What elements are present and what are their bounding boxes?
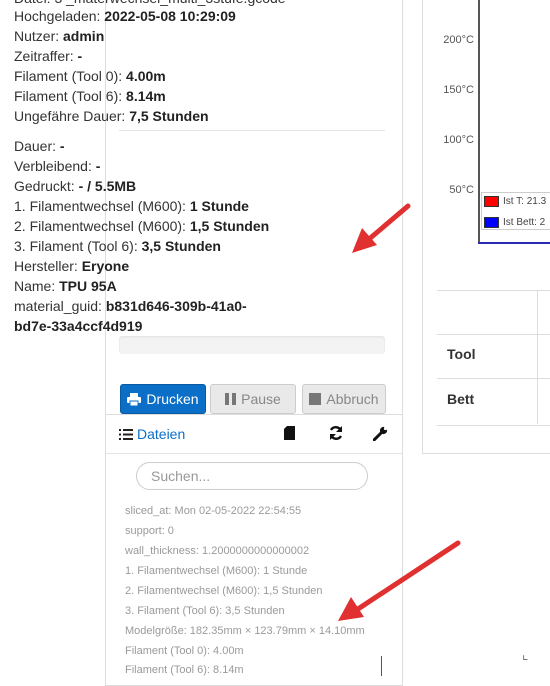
estimated-duration-line: Ungefähre Dauer: 7,5 Stunden [14, 108, 209, 124]
pause-button-label: Pause [241, 391, 281, 407]
remaining-line: Verbleibend: - [14, 158, 101, 174]
meta-line: wall_thickness: 1.2000000000000002 [125, 545, 310, 557]
y-tick-label: 100°C [443, 134, 474, 146]
uploaded-line: Hochgeladen: 2022-05-08 10:29:09 [14, 8, 236, 24]
meta-line: support: 0 [125, 525, 174, 537]
meta-line: Modelgröße: 182.35mm × 123.79mm × 14.10m… [125, 625, 365, 637]
list-icon [119, 428, 133, 440]
material-name-line: Name: TPU 95A [14, 278, 117, 294]
file-search-input[interactable] [136, 462, 368, 490]
manufacturer-line: Hersteller: Eryone [14, 258, 130, 274]
mouse-cursor-icon: ⌞ [522, 646, 529, 662]
meta-line: sliced_at: Mon 02-05-2022 22:54:55 [125, 505, 302, 517]
legend-tool-swatch [484, 196, 499, 207]
cancel-button[interactable]: Abbruch [302, 384, 386, 414]
y-tick-label: 50°C [449, 184, 474, 196]
duration-line: Dauer: - [14, 138, 65, 154]
meta-line: 3. Filament (Tool 6): 3,5 Stunden [125, 605, 285, 617]
legend-tool-label: Ist T: 21.3 [503, 196, 547, 207]
pause-icon [225, 393, 237, 405]
legend-bed-swatch [484, 217, 499, 228]
filament-change-2-line: 2. Filamentwechsel (M600): 1,5 Stunden [14, 218, 270, 234]
legend-tool: Ist T: 21.3 [484, 196, 546, 207]
meta-line: 1. Filamentwechsel (M600): 1 Stunde [125, 565, 308, 577]
user-line: Nutzer: admin [14, 28, 105, 44]
meta-line: Filament (Tool 0): 4.00m [125, 645, 244, 657]
y-tick-label: 200°C [443, 34, 474, 46]
tool-row-label: Tool [447, 346, 476, 362]
wrench-icon[interactable] [373, 426, 388, 441]
filament-change-1-line: 1. Filamentwechsel (M600): 1 Stunde [14, 198, 249, 214]
bed-temperature-line [478, 242, 550, 244]
chart-y-axis [478, 0, 480, 242]
meta-line: Filament (Tool 6): 8.14m [125, 664, 244, 676]
refresh-icon[interactable] [328, 425, 344, 441]
printed-line: Gedruckt: - / 5.5MB [14, 178, 137, 194]
legend-bed-label: Ist Bett: 2 [503, 217, 546, 228]
filament-tool0-line: Filament (Tool 0): 4.00m [14, 68, 166, 84]
filament-tool6-line: Filament (Tool 6): 8.14m [14, 88, 166, 104]
files-title-label: Dateien [137, 426, 186, 442]
printer-icon [127, 392, 142, 406]
material-guid-line-cont: bd7e-33a4ccf4d919 [14, 318, 143, 334]
print-button-label: Drucken [146, 391, 199, 407]
file-list-scrollbar[interactable] [381, 656, 382, 676]
stop-icon [309, 393, 322, 405]
print-progress-bar [119, 336, 385, 354]
temperature-table-header [437, 290, 550, 335]
legend-bed: Ist Bett: 2 [484, 217, 545, 228]
sd-card-icon[interactable] [284, 426, 295, 440]
files-title[interactable]: Dateien [119, 426, 185, 442]
print-button[interactable]: Drucken [120, 384, 206, 414]
y-tick-label: 150°C [443, 84, 474, 96]
cancel-button-label: Abbruch [326, 391, 379, 407]
timelapse-line: Zeitraffer: - [14, 48, 83, 64]
bed-row-label: Bett [447, 391, 475, 407]
material-guid-line: material_guid: b831d646-309b-41a0- [14, 298, 247, 314]
filament-3-line: 3. Filament (Tool 6): 3,5 Stunden [14, 238, 221, 254]
pause-button[interactable]: Pause [210, 384, 296, 414]
divider [119, 130, 385, 131]
table-column-divider [537, 290, 538, 424]
meta-line: 2. Filamentwechsel (M600): 1,5 Stunden [125, 585, 323, 597]
